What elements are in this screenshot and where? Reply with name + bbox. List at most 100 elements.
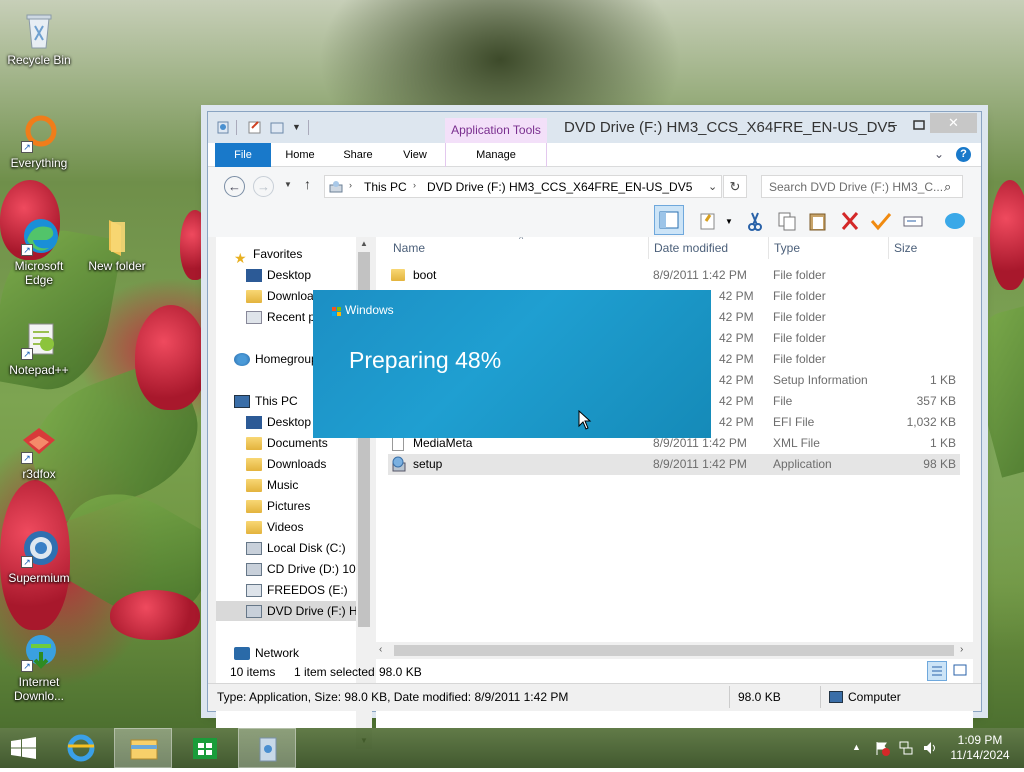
minimize-button[interactable]: – xyxy=(880,116,906,136)
dvd-drive-icon xyxy=(246,605,262,619)
properties-icon[interactable] xyxy=(698,211,720,231)
desktop-icon-internet-download-manager[interactable]: ↗ Internet Downlo... xyxy=(1,632,77,703)
nav-freedos-e[interactable]: FREEDOS (E:) xyxy=(246,580,348,600)
desktop-icon-new-folder[interactable]: New folder xyxy=(79,216,155,273)
nav-favorites[interactable]: ★ Favorites xyxy=(234,244,302,266)
column-header-type[interactable]: Type xyxy=(774,237,800,259)
large-icons-view-button[interactable] xyxy=(951,661,971,681)
internet-explorer-icon xyxy=(67,734,95,762)
sort-indicator-icon: ^ xyxy=(519,237,524,244)
maximize-button[interactable] xyxy=(906,116,932,136)
expand-ribbon-icon[interactable]: ⌄ xyxy=(934,147,944,161)
nav-thispc-videos[interactable]: Videos xyxy=(246,517,303,537)
column-header-date-modified[interactable]: Date modified xyxy=(654,237,728,259)
nav-local-disk-c[interactable]: Local Disk (C:) xyxy=(246,538,346,558)
action-center-flag-icon[interactable] xyxy=(874,740,890,756)
address-dropdown-icon[interactable]: ⌄ xyxy=(708,180,717,193)
preview-pane-icon[interactable] xyxy=(654,205,684,235)
search-box[interactable]: Search DVD Drive (F:) HM3_C... ⌕ xyxy=(761,175,963,198)
copy-icon[interactable] xyxy=(776,211,798,231)
search-icon[interactable]: ⌕ xyxy=(944,179,951,195)
up-button[interactable]: ↑ xyxy=(304,176,311,192)
nav-dvd-drive-f[interactable]: DVD Drive (F:) HM xyxy=(216,601,356,621)
cut-icon[interactable] xyxy=(744,211,766,231)
search-input[interactable]: Search DVD Drive (F:) HM3_C... xyxy=(769,180,943,194)
nav-thispc-pictures[interactable]: Pictures xyxy=(246,496,310,516)
quick-access-folder-icon[interactable] xyxy=(270,120,284,134)
nav-homegroup[interactable]: Homegroup xyxy=(234,349,318,369)
desktop-icon-notepad-plus-plus[interactable]: ↗ Notepad++ xyxy=(1,320,77,377)
help-icon[interactable]: ? xyxy=(956,147,971,162)
file-list-horizontal-scrollbar[interactable]: ‹ › xyxy=(376,642,973,659)
breadcrumb-dvd-drive[interactable]: DVD Drive (F:) HM3_CCS_X64FRE_EN-US_DV5 xyxy=(427,180,692,194)
nav-network[interactable]: Network xyxy=(234,643,299,663)
breadcrumb-separator-icon: › xyxy=(349,180,352,190)
address-bar[interactable]: › This PC › DVD Drive (F:) HM3_CCS_X64FR… xyxy=(324,175,722,198)
breadcrumb-separator-icon: › xyxy=(413,180,416,190)
nav-thispc-music[interactable]: Music xyxy=(246,475,298,495)
apply-checkmark-icon[interactable] xyxy=(870,211,892,231)
application-tools-context-tab: Application Tools xyxy=(445,118,547,143)
quick-access-customize-icon[interactable]: ▼ xyxy=(292,122,301,132)
scroll-right-arrow-icon[interactable]: › xyxy=(960,644,963,655)
idm-icon: ↗ xyxy=(19,632,59,672)
tab-manage[interactable]: Manage xyxy=(445,143,547,167)
taskbar-store[interactable] xyxy=(176,728,234,768)
details-view-button[interactable] xyxy=(927,661,947,681)
rename-icon[interactable] xyxy=(902,211,924,231)
column-header-size[interactable]: Size xyxy=(894,237,917,259)
taskbar-file-explorer[interactable] xyxy=(114,728,172,768)
desktop-icon xyxy=(246,269,262,283)
nav-favorites-desktop[interactable]: Desktop xyxy=(246,265,311,285)
preparing-progress-text: Preparing 48% xyxy=(349,347,502,373)
quick-access-new-folder-icon[interactable] xyxy=(248,120,262,134)
volume-tray-icon[interactable] xyxy=(922,740,938,756)
computer-icon xyxy=(829,691,843,703)
breadcrumb-this-pc[interactable]: This PC xyxy=(364,180,407,194)
downloads-folder-icon xyxy=(246,290,262,304)
nav-thispc-downloads[interactable]: Downloads xyxy=(246,454,326,474)
tab-file[interactable]: File xyxy=(215,143,271,167)
recent-locations-icon[interactable]: ▼ xyxy=(284,180,292,189)
delete-icon[interactable] xyxy=(839,211,861,231)
tab-share[interactable]: Share xyxy=(336,143,380,167)
file-row-boot[interactable]: boot 8/9/2011 1:42 PM File folder xyxy=(388,265,960,286)
nav-cd-drive-d[interactable]: CD Drive (D:) 10 S xyxy=(246,559,356,579)
tab-home[interactable]: Home xyxy=(278,143,322,167)
back-button[interactable]: ← xyxy=(224,176,245,197)
network-icon xyxy=(234,647,250,661)
properties-dropdown-icon[interactable]: ▼ xyxy=(725,217,733,226)
window-title: DVD Drive (F:) HM3_CCS_X64FRE_EN-US_DV5 xyxy=(564,119,896,136)
desktop-icon-r3dfox[interactable]: ↗ r3dfox xyxy=(1,424,77,481)
nav-thispc-desktop[interactable]: Desktop xyxy=(246,412,311,432)
scroll-left-arrow-icon[interactable]: ‹ xyxy=(379,644,382,655)
tab-view[interactable]: View xyxy=(393,143,437,167)
quick-access-properties-icon[interactable] xyxy=(216,120,230,134)
desktop-icon xyxy=(246,416,262,430)
scroll-up-arrow-icon[interactable]: ▲ xyxy=(360,239,368,248)
network-share-icon[interactable] xyxy=(943,211,965,231)
show-hidden-icons-button[interactable]: ▲ xyxy=(852,742,861,752)
refresh-button[interactable]: ↻ xyxy=(723,175,747,198)
title-bar[interactable]: ▼ Application Tools DVD Drive (F:) HM3_C… xyxy=(208,112,981,143)
start-button[interactable] xyxy=(0,728,48,768)
horizontal-scrollbar-thumb[interactable] xyxy=(394,645,954,656)
column-header-name[interactable]: Name xyxy=(393,237,425,259)
desktop-icon-microsoft-edge[interactable]: ↗ Microsoft Edge xyxy=(1,216,77,287)
drive-icon xyxy=(329,180,343,194)
desktop-icon-everything[interactable]: ↗ Everything xyxy=(1,113,77,170)
homegroup-icon xyxy=(234,353,250,367)
desktop-icon-supermium[interactable]: ↗ Supermium xyxy=(1,528,77,585)
clock[interactable]: 1:09 PM 11/14/2024 xyxy=(946,733,1014,763)
desktop-icon-recycle-bin[interactable]: Recycle Bin xyxy=(1,10,77,67)
nav-this-pc[interactable]: This PC xyxy=(234,391,298,411)
paste-icon[interactable] xyxy=(807,211,829,231)
computer-icon xyxy=(234,395,250,409)
selection-count: 1 item selected xyxy=(294,665,375,679)
network-tray-icon[interactable] xyxy=(898,740,914,756)
close-button[interactable]: ✕ xyxy=(930,113,977,133)
taskbar-internet-explorer[interactable] xyxy=(52,728,110,768)
file-row-setup[interactable]: setup 8/9/2011 1:42 PM Application 98 KB xyxy=(388,454,960,475)
forward-button[interactable]: → xyxy=(253,176,274,197)
taskbar-setup[interactable] xyxy=(238,728,296,768)
